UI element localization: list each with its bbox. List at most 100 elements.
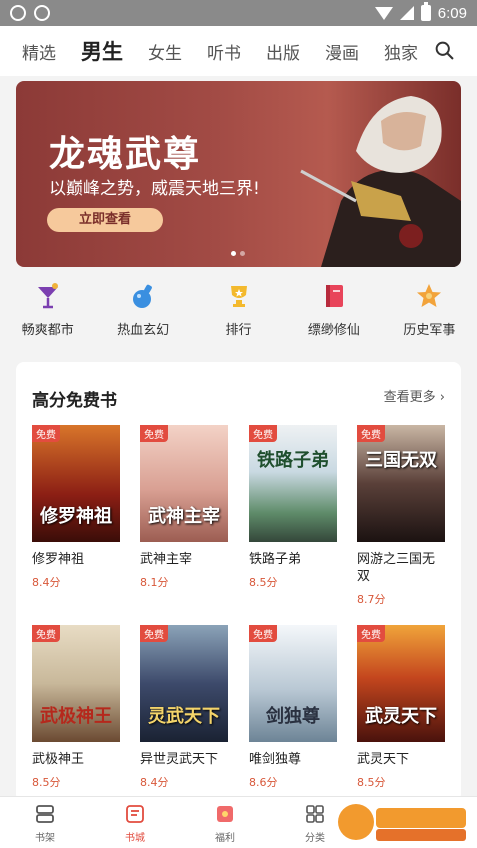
potion-icon <box>133 284 152 308</box>
cocktail-icon <box>37 283 58 309</box>
book-cover: 免费 铁路子弟 <box>249 425 337 542</box>
category-urban[interactable]: 畅爽都市 <box>0 279 95 349</box>
category-label: 历史军事 <box>403 323 456 338</box>
tab-comics[interactable]: 漫画 <box>325 39 359 64</box>
book-card[interactable]: 免费 武灵天下 武灵天下 8.5分 <box>357 625 445 790</box>
category-history[interactable]: 历史军事 <box>382 279 477 349</box>
book-score: 8.1分 <box>140 576 169 589</box>
book-title: 唯剑独尊 <box>249 752 302 767</box>
category-label: 缥缈修仙 <box>307 323 360 338</box>
category-fantasy[interactable]: 热血玄幻 <box>95 279 190 349</box>
category-label: 热血玄幻 <box>117 323 170 338</box>
tab-exclusive[interactable]: 独家 <box>384 39 418 64</box>
grid-icon <box>306 805 324 823</box>
star-icon <box>417 284 442 307</box>
banner-title: 龙魂武尊 <box>49 134 202 175</box>
bookshelf-icon <box>36 805 54 823</box>
see-more-label: 查看更多 <box>383 390 436 405</box>
cover-title: 灵武天下 <box>148 706 220 727</box>
notification-icon <box>34 5 50 21</box>
cover-title: 修罗神祖 <box>40 506 112 527</box>
trophy-icon <box>230 286 247 307</box>
book-card[interactable]: 免费 武极神王 武极神王 8.5分 <box>32 625 120 790</box>
book-title: 修罗神祖 <box>32 552 85 567</box>
chevron-right-icon: › <box>439 390 445 405</box>
book-cover: 免费 武极神王 <box>32 625 120 742</box>
cover-title: 武极神王 <box>40 706 112 727</box>
book-score: 8.5分 <box>249 576 278 589</box>
category-xianxia[interactable]: 缥缈修仙 <box>286 279 381 349</box>
bookstore-icon <box>126 805 144 823</box>
book-score: 8.4分 <box>140 776 169 789</box>
free-badge: 免费 <box>140 625 168 642</box>
wifi-icon <box>374 6 393 20</box>
tab-audiobook[interactable]: 听书 <box>207 39 241 64</box>
notification-icon <box>10 5 26 21</box>
book-cover: 免费 灵武天下 <box>140 625 228 742</box>
nav-bookstore[interactable]: 书城 <box>90 797 180 848</box>
book-cover: 免费 三国无双 <box>357 425 445 542</box>
book-cover: 免费 武灵天下 <box>357 625 445 742</box>
view-now-button[interactable]: 立即查看 <box>47 208 163 232</box>
nav-welfare[interactable]: 福利 <box>180 797 270 848</box>
top-nav: 精选 男生 女生 听书 出版 漫画 独家 <box>0 26 477 76</box>
cover-title: 武神主宰 <box>148 506 220 527</box>
tab-featured[interactable]: 精选 <box>22 39 56 64</box>
free-badge: 免费 <box>357 625 385 642</box>
hero-illustration <box>300 96 461 267</box>
cover-title: 铁路子弟 <box>257 450 329 471</box>
book-card[interactable]: 免费 剑独尊 唯剑独尊 8.6分 <box>249 625 337 790</box>
site-watermark-logo <box>338 804 466 841</box>
tab-publish[interactable]: 出版 <box>266 39 300 64</box>
book-card[interactable]: 免费 武神主宰 武神主宰 8.1分 <box>140 425 228 590</box>
banner-pagination <box>231 251 245 256</box>
nav-label: 书架 <box>35 833 55 844</box>
banner-subtitle: 以巅峰之势，威震天地三界! <box>49 179 260 199</box>
book-card[interactable]: 免费 修罗神祖 修罗神祖 8.4分 <box>32 425 120 590</box>
cover-title: 武灵天下 <box>365 706 437 727</box>
free-badge: 免费 <box>249 625 277 642</box>
tab-male[interactable]: 男生 <box>81 36 123 66</box>
book-title: 武神主宰 <box>140 552 193 567</box>
book-cover: 免费 剑独尊 <box>249 625 337 742</box>
book-title: 武极神王 <box>32 752 85 767</box>
book-icon <box>325 285 343 307</box>
free-badge: 免费 <box>32 625 60 642</box>
book-card[interactable]: 免费 灵武天下 异世灵武天下 8.4分 <box>140 625 228 790</box>
book-title: 网游之三国无双 <box>357 552 436 584</box>
book-score: 8.5分 <box>32 776 61 789</box>
book-score: 8.4分 <box>32 576 61 589</box>
pagination-dot <box>231 251 236 256</box>
free-badge: 免费 <box>140 425 168 442</box>
book-score: 8.6分 <box>249 776 278 789</box>
free-badge: 免费 <box>249 425 277 442</box>
cover-title: 三国无双 <box>365 450 437 471</box>
nav-label: 福利 <box>215 833 235 844</box>
book-cover: 免费 修罗神祖 <box>32 425 120 542</box>
category-ranking[interactable]: 排行 <box>191 279 286 349</box>
book-score: 8.5分 <box>357 776 386 789</box>
gift-icon <box>217 806 233 822</box>
category-shortcuts: 畅爽都市 热血玄幻 排行 缥缈修仙 历史军事 <box>0 279 477 349</box>
status-bar: 6:09 <box>0 0 477 26</box>
category-label: 排行 <box>225 323 252 338</box>
search-icon[interactable] <box>434 40 455 61</box>
signal-icon <box>399 6 414 20</box>
tab-female[interactable]: 女生 <box>148 39 182 64</box>
see-more-link[interactable]: 查看更多 › <box>384 386 445 405</box>
book-cover: 免费 武神主宰 <box>140 425 228 542</box>
nav-label: 书城 <box>125 833 145 844</box>
status-time: 6:09 <box>437 4 467 22</box>
book-card[interactable]: 免费 铁路子弟 铁路子弟 8.5分 <box>249 425 337 590</box>
nav-bookshelf[interactable]: 书架 <box>0 797 90 848</box>
book-card[interactable]: 免费 三国无双 网游之三国无双 8.7分 <box>357 425 445 607</box>
free-badge: 免费 <box>32 425 60 442</box>
free-books-section: 高分免费书 查看更多 › 免费 修罗神祖 修罗神祖 8.4分 免费 武神主宰 武… <box>16 362 461 802</box>
cover-title: 剑独尊 <box>266 706 320 727</box>
section-title: 高分免费书 <box>32 391 117 411</box>
book-title: 武灵天下 <box>357 752 410 767</box>
nav-label: 分类 <box>305 833 325 844</box>
free-badge: 免费 <box>357 425 385 442</box>
promo-banner[interactable]: 龙魂武尊 以巅峰之势，威震天地三界! 立即查看 <box>16 81 461 267</box>
book-title: 铁路子弟 <box>249 552 302 567</box>
